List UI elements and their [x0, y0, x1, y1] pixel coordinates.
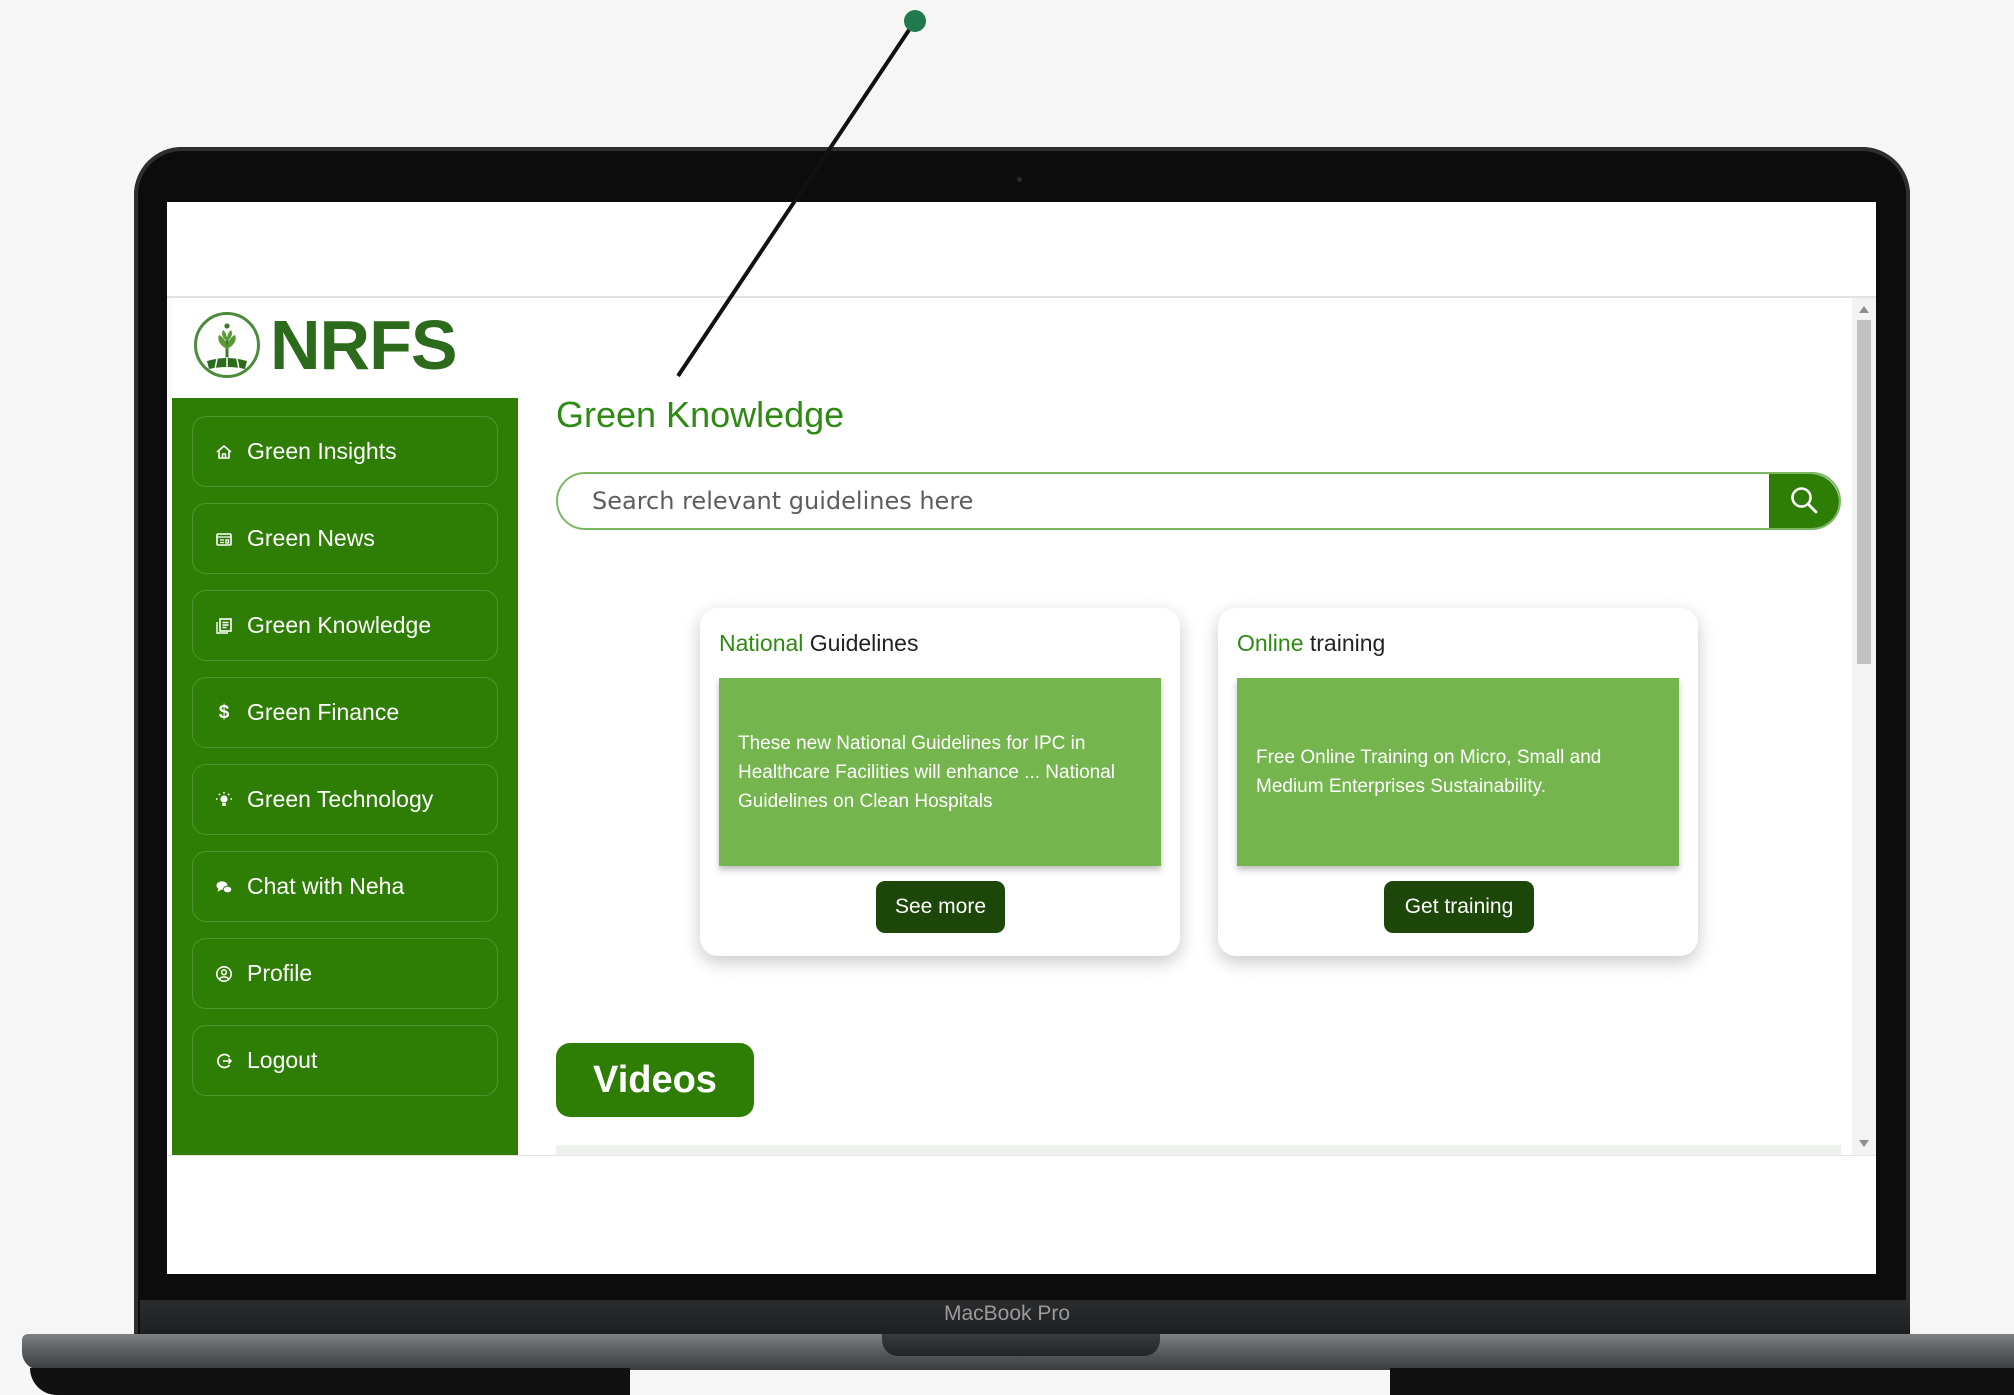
card-title-rest: training: [1303, 630, 1386, 656]
get-training-button[interactable]: Get training: [1384, 881, 1534, 933]
user-circle-icon: [213, 963, 235, 985]
search-bar: [556, 472, 1841, 530]
videos-section-button[interactable]: Videos: [556, 1043, 754, 1117]
laptop-screen: NRFS Green Insights Green News Green Kno…: [167, 202, 1876, 1274]
dollar-icon: $: [218, 701, 230, 723]
sidebar-item-green-news[interactable]: Green News: [192, 503, 498, 574]
brand-logo[interactable]: NRFS: [194, 306, 458, 384]
search-icon: [1788, 484, 1820, 521]
sidebar-item-chat-with-neha[interactable]: Chat with Neha: [192, 851, 498, 922]
vertical-scrollbar[interactable]: [1852, 298, 1876, 1155]
card-title-highlight: National: [719, 630, 804, 656]
laptop-foot-left: [30, 1368, 630, 1395]
bulb-icon: [213, 789, 235, 811]
card-title-rest: Guidelines: [803, 630, 919, 656]
sidebar-item-label: Green Technology: [247, 786, 434, 812]
sidebar-item-green-insights[interactable]: Green Insights: [192, 416, 498, 487]
guideline-card: National Guidelines These new National G…: [700, 608, 1180, 956]
book-icon: [213, 615, 235, 637]
main-content: Green Knowledge National Guidelines Thes…: [556, 298, 1846, 1155]
sidebar-item-label: Green News: [247, 525, 375, 551]
videos-section-strip: [556, 1145, 1841, 1155]
sidebar-item-label: Profile: [247, 960, 313, 986]
sidebar-item-green-finance[interactable]: $ Green Finance: [192, 677, 498, 748]
sidebar-item-label: Green Insights: [247, 438, 397, 464]
app-window: NRFS Green Insights Green News Green Kno…: [172, 298, 1876, 1155]
card-description-text: These new National Guidelines for IPC in…: [738, 732, 1116, 812]
pointer-dot-icon: [904, 10, 926, 32]
training-card: Online training Free Online Training on …: [1218, 608, 1698, 956]
logo-text: NRFS: [270, 306, 458, 384]
home-icon: [213, 441, 235, 463]
laptop-notch: [882, 1334, 1160, 1356]
search-input[interactable]: [558, 474, 1770, 528]
sidebar-item-label: Green Knowledge: [247, 612, 432, 638]
logo-emblem-icon: [194, 312, 260, 378]
card-description: Free Online Training on Micro, Small and…: [1237, 678, 1679, 866]
card-description: These new National Guidelines for IPC in…: [719, 678, 1161, 866]
newspaper-icon: [213, 528, 235, 550]
device-label: MacBook Pro: [943, 1302, 1071, 1325]
page-title: Green Knowledge: [556, 394, 845, 435]
card-title: Online training: [1237, 630, 1385, 657]
see-more-button[interactable]: See more: [876, 881, 1005, 933]
browser-top-area: [167, 202, 1876, 298]
card-description-text: Free Online Training on Micro, Small and…: [1256, 747, 1602, 797]
sidebar-item-green-technology[interactable]: Green Technology: [192, 764, 498, 835]
chat-icon: [213, 876, 235, 898]
scroll-down-arrow-icon[interactable]: [1859, 1140, 1869, 1147]
card-title-highlight: Online: [1237, 630, 1304, 656]
search-button[interactable]: [1769, 474, 1839, 528]
logout-icon: [213, 1050, 235, 1072]
laptop-foot-right: [1390, 1368, 2014, 1395]
scrollbar-thumb[interactable]: [1857, 320, 1871, 664]
sidebar-item-profile[interactable]: Profile: [192, 938, 498, 1009]
scroll-up-arrow-icon[interactable]: [1859, 306, 1869, 313]
browser-bottom-area: [167, 1155, 1876, 1274]
sidebar-item-label: Logout: [247, 1047, 318, 1073]
sidebar-item-green-knowledge[interactable]: Green Knowledge: [192, 590, 498, 661]
camera-dot: [1017, 177, 1022, 182]
sidebar-item-label: Green Finance: [247, 699, 400, 725]
sidebar-item-logout[interactable]: Logout: [192, 1025, 498, 1096]
sidebar-item-label: Chat with Neha: [247, 873, 405, 899]
sidebar: Green Insights Green News Green Knowledg…: [172, 398, 518, 1155]
card-title: National Guidelines: [719, 630, 918, 657]
